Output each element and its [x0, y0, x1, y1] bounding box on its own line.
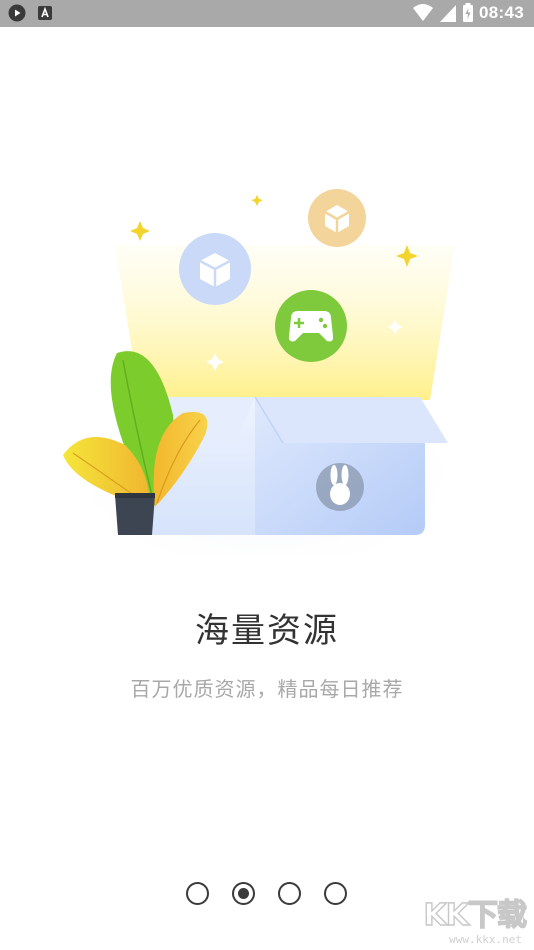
cube-icon: [179, 233, 251, 305]
page-dot-3[interactable]: [278, 882, 301, 905]
onboarding-title: 海量资源: [195, 611, 339, 651]
gamepad-icon: [275, 290, 347, 362]
onboarding-subtitle: 百万优质资源，精品每日推荐: [130, 677, 404, 701]
watermark: KK下载 www.kkx.net: [396, 890, 528, 946]
font-a-icon: [38, 6, 52, 20]
cube-icon: [308, 189, 366, 247]
page-dot-4[interactable]: [324, 882, 347, 905]
signal-icon: [440, 5, 457, 22]
sparkle-icon: [251, 195, 263, 206]
clock-time: 08:43: [479, 3, 524, 22]
sparkle-icon: [130, 221, 150, 241]
page-dot-2[interactable]: [232, 882, 255, 905]
battery-icon: [463, 3, 474, 22]
onboarding-illustration: [55, 189, 475, 555]
play-store-icon: [8, 4, 26, 22]
watermark-logo: KK下载: [423, 897, 528, 933]
wifi-icon: [413, 4, 434, 21]
status-bar: 08:43: [0, 0, 534, 27]
page-dot-1[interactable]: [186, 882, 209, 905]
rabbit-logo-icon: [316, 463, 364, 511]
watermark-url: www.kkx.net: [449, 933, 522, 946]
